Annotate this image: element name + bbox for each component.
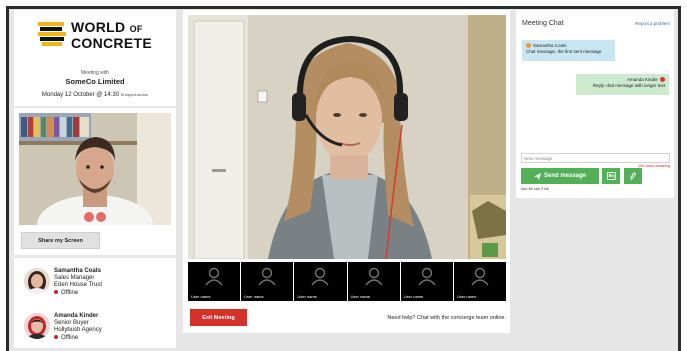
thumbnail-label: User name — [403, 294, 424, 299]
participant-name: Amanda Kinder — [54, 313, 99, 319]
thumbnail-tile[interactable]: User name — [241, 262, 294, 301]
chat-message-incoming: Samantha Coats Chat message, the first s… — [522, 40, 615, 61]
participant-role: Senior Buyer — [54, 320, 89, 327]
send-icon — [533, 172, 541, 180]
meeting-with-label: Meeting with — [80, 70, 110, 76]
attach-file-button[interactable] — [624, 168, 642, 184]
paperclip-icon — [630, 171, 636, 180]
main-video-feed — [188, 15, 506, 259]
user-placeholder-icon — [365, 267, 383, 286]
concierge-help-text: Need help? Chat with the concierge team … — [387, 315, 506, 321]
thumbnail-tile[interactable]: User name — [400, 262, 453, 301]
user-placeholder-icon — [258, 267, 276, 286]
participant-name: Samantha Coats — [54, 268, 102, 274]
send-message-button[interactable]: Send message — [521, 168, 599, 184]
report-problem-link[interactable]: Report a problem — [635, 21, 670, 26]
share-screen-button[interactable]: Share my Screen — [21, 232, 100, 249]
sender-avatar-icon — [660, 77, 665, 82]
message-sender: Amanda Kinder — [626, 77, 658, 82]
chars-remaining: 160 chars remaining — [638, 164, 670, 168]
message-text: Reply chat message with longer text — [592, 82, 665, 88]
event-info-card: WORLD OF CONCRETE Meeting with SomeCo Li… — [14, 10, 176, 106]
chat-message-outgoing: Amanda Kinder Reply chat message with lo… — [576, 74, 669, 95]
event-logo: WORLD OF CONCRETE — [38, 18, 152, 52]
avatar — [24, 268, 50, 294]
sender-avatar-icon — [526, 43, 531, 48]
thumbnail-label: User name — [191, 294, 211, 299]
thumbnail-label: User name — [350, 294, 371, 299]
message-sender: Samantha Coats — [533, 43, 567, 48]
card-button[interactable] — [602, 168, 620, 184]
new-message-input[interactable]: New message — [521, 153, 670, 163]
status-dot-icon — [54, 290, 58, 295]
participant-item[interactable]: Samantha Coats Sales Manager Eden House … — [24, 268, 172, 304]
avatar — [24, 313, 50, 339]
thumbnail-label: User name — [244, 294, 264, 299]
thumbnail-tile[interactable]: User name — [294, 262, 347, 301]
max-file-size-note: Max file size 5 Mb — [521, 187, 550, 191]
participant-thumbnails: User name User name User name User name … — [188, 262, 507, 301]
status-badge: Offline — [54, 335, 102, 342]
message-text: Chat message, the first sent message — [526, 48, 602, 54]
participant-org: Hollybush Agency — [54, 327, 102, 334]
thumbnail-tile[interactable]: User name — [188, 262, 241, 301]
user-placeholder-icon — [205, 267, 223, 286]
participants-list: Samantha Coats Sales Manager Eden House … — [14, 258, 176, 348]
status-badge: Offline — [54, 290, 102, 297]
thumbnail-label: User name — [456, 294, 477, 299]
participant-role: Sales Manager — [54, 275, 95, 282]
user-placeholder-icon — [418, 267, 436, 286]
user-placeholder-icon — [471, 267, 489, 286]
logo-wordmark: WORLD OF CONCRETE — [71, 19, 152, 51]
thumbnail-tile[interactable]: User name — [347, 262, 400, 301]
participant-org: Eden House Trust — [54, 282, 103, 289]
exit-meeting-button[interactable]: Exit Meeting — [190, 309, 247, 326]
participant-item[interactable]: Amanda Kinder Senior Buyer Hollybush Age… — [24, 313, 172, 349]
thumbnail-tile[interactable]: User name — [453, 262, 507, 301]
company-name: SomeCo Limited — [65, 77, 125, 86]
self-video-feed — [19, 113, 171, 225]
meeting-chat-panel: Meeting Chat Report a problem Samantha C… — [516, 10, 674, 198]
logo-mark-icon — [38, 18, 68, 52]
user-placeholder-icon — [311, 267, 329, 286]
card-icon — [606, 172, 616, 180]
thumbnail-label: User name — [297, 294, 317, 299]
timezone-label: Europe/London — [120, 92, 149, 97]
status-dot-icon — [54, 335, 58, 340]
meeting-datetime: Monday 12 October @ 14:30 Europe/London — [41, 92, 149, 98]
chat-title: Meeting Chat — [522, 20, 564, 27]
self-view-card: Share my Screen — [14, 108, 176, 255]
main-stage: User name User name User name User name … — [183, 10, 510, 333]
